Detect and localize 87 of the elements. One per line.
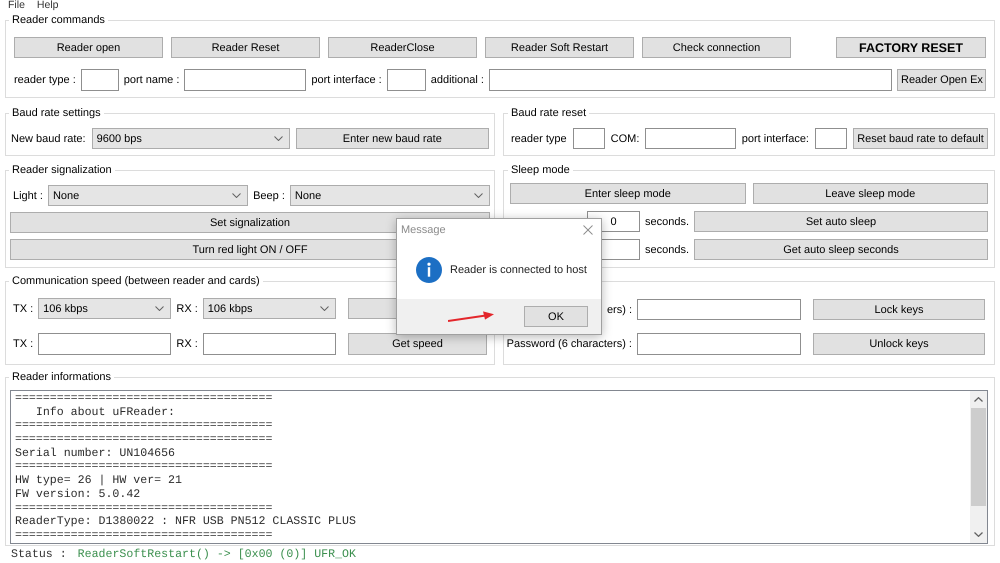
info-icon [416, 257, 442, 283]
log-line: ===================================== [15, 528, 274, 543]
group-title: Reader informations [11, 370, 112, 384]
field-label: additional : [430, 74, 484, 86]
key-button[interactable]: Lock keys [813, 299, 985, 320]
dialog-message: Reader is connected to host [450, 264, 587, 276]
text-field[interactable] [80, 69, 119, 91]
field-label: Password (6 characters) : [506, 338, 632, 350]
field-label: New baud rate: [11, 132, 86, 144]
speed-field[interactable] [38, 333, 172, 355]
password-field[interactable] [637, 299, 801, 320]
signal-dropdown[interactable]: None [48, 185, 248, 206]
baud-rate-dropdown[interactable]: 9600 bps [92, 128, 290, 149]
group-title: Reader signalization [11, 163, 113, 177]
ok-button[interactable]: OK [524, 306, 588, 327]
sleep-button[interactable]: Leave sleep mode [752, 183, 988, 204]
field-label: Beep : [253, 190, 285, 202]
field-label: Light : [13, 190, 43, 202]
unit-label: seconds. [645, 244, 690, 256]
close-icon[interactable] [583, 225, 593, 235]
speed-button[interactable]: Get speed [348, 333, 488, 355]
field-label: RX : [176, 338, 198, 350]
command-button[interactable]: Reader Soft Restart [485, 37, 634, 58]
menu-item[interactable]: Help [36, 0, 59, 11]
field-label: port interface : [311, 74, 382, 86]
speed-dropdown[interactable]: 106 kbps [202, 298, 336, 319]
text-field[interactable] [645, 128, 736, 149]
field-label: TX : [13, 302, 34, 314]
command-button[interactable]: Reader Reset [171, 37, 320, 58]
log-line: FW version: 5.0.42 [15, 488, 142, 502]
log-line: ===================================== [15, 502, 274, 516]
log-line: ReaderType: D1380022 : NFR USB PN512 CLASSIC PLUS [15, 515, 357, 529]
group-title: Baud rate settings [11, 106, 102, 120]
group-title: Communication speed (between reader and cards) [11, 274, 261, 288]
chevron-down-icon [320, 306, 330, 311]
chevron-down-icon [474, 193, 483, 198]
status-text: ReaderSoftRestart() -> [0x00 (0)] UFR_OK [78, 548, 356, 562]
log-line: Serial number: UN104656 [15, 446, 176, 460]
command-button[interactable]: FACTORY RESET [836, 37, 986, 58]
scrollbar[interactable] [970, 391, 987, 543]
group-title: Baud rate reset [510, 106, 588, 120]
group-title: Sleep mode [510, 163, 571, 177]
scrollbar-thumb[interactable] [971, 408, 986, 506]
text-field[interactable] [572, 128, 605, 149]
sleep-button[interactable]: Set auto sleep [694, 211, 988, 232]
field-label: port name : [124, 74, 180, 86]
field-label: ers) : [606, 304, 632, 316]
reset-button[interactable]: Reset baud rate to default [853, 128, 988, 149]
sleep-button[interactable]: Get auto sleep seconds [694, 239, 988, 260]
log-line: ===================================== [15, 433, 274, 447]
signal-dropdown[interactable]: None [290, 185, 490, 206]
unit-label: seconds. [645, 216, 690, 228]
command-button[interactable]: Reader open [14, 37, 163, 58]
chevron-up-icon[interactable] [974, 397, 983, 402]
arrow-icon [448, 311, 494, 322]
sleep-button[interactable]: Enter sleep mode [510, 183, 746, 204]
field-label: TX : [13, 338, 34, 350]
open-button[interactable]: Reader Open Ex [897, 69, 986, 91]
text-field[interactable] [815, 128, 847, 149]
log-line: ===================================== [15, 392, 274, 406]
log-line: ===================================== [15, 460, 274, 474]
chevron-down-icon[interactable] [974, 532, 983, 537]
key-button[interactable]: Unlock keys [813, 333, 985, 355]
chevron-down-icon [232, 193, 242, 198]
command-button[interactable]: Check connection [642, 37, 791, 58]
log-line: ===================================== [15, 419, 274, 434]
speed-dropdown[interactable]: 106 kbps [38, 298, 172, 319]
text-field[interactable] [386, 69, 426, 91]
chevron-down-icon [274, 136, 283, 141]
field-label: reader type [511, 132, 567, 144]
field-label: RX : [176, 302, 198, 314]
text-field[interactable] [488, 69, 892, 91]
chevron-down-icon [155, 306, 164, 311]
field-label: port interface: [742, 132, 809, 144]
log-line: HW type= 26 | HW ver= 21 [15, 474, 183, 488]
password-field[interactable] [637, 333, 801, 355]
log-line: Info about uFReader: [34, 406, 176, 420]
text-field[interactable] [184, 69, 306, 91]
command-button[interactable]: ReaderClose [328, 37, 477, 58]
status-label: Status : [11, 548, 67, 562]
speed-field[interactable] [202, 333, 336, 355]
group-title: Reader commands [11, 13, 106, 27]
menu-item[interactable]: File [8, 0, 25, 11]
field-label: COM: [610, 132, 640, 144]
field-label: reader type : [14, 74, 76, 86]
baud-rate-button[interactable]: Enter new baud rate [296, 128, 489, 149]
dialog-title: Message [401, 224, 446, 236]
